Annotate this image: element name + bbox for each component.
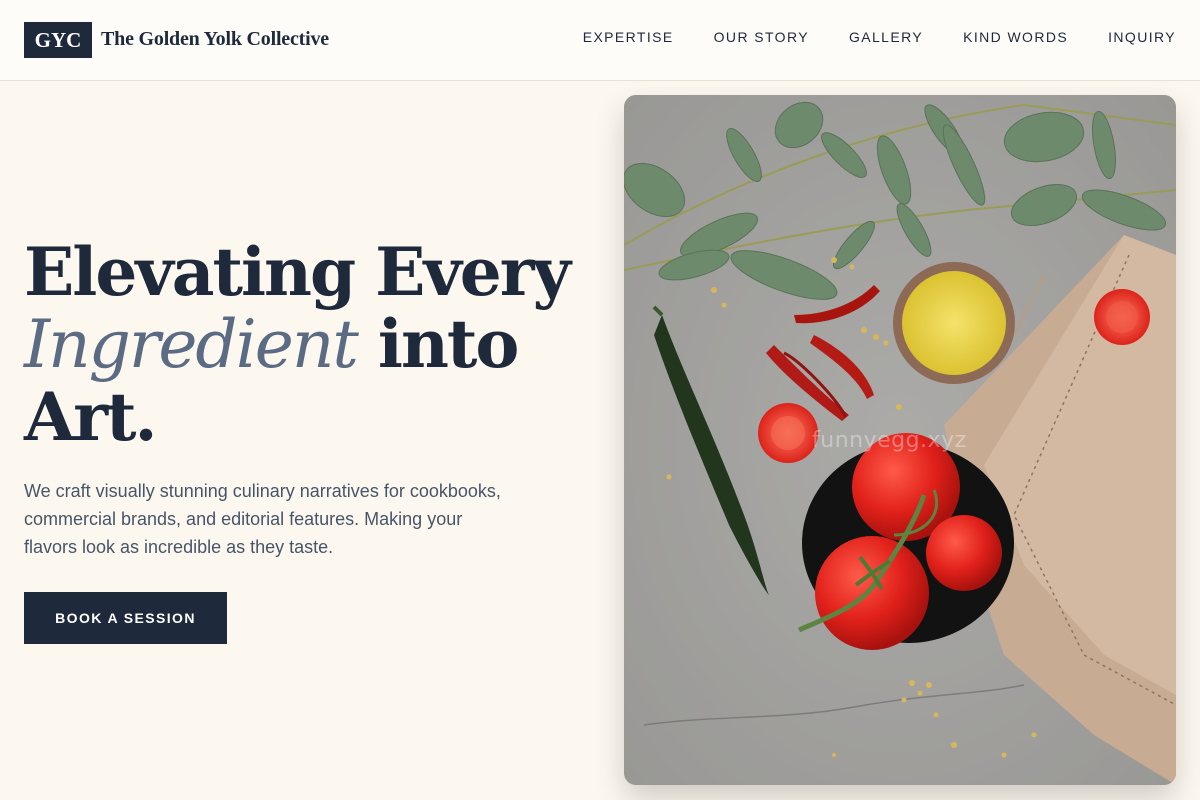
brand-name[interactable]: The Golden Yolk Collective [101,28,329,51]
hero-lead-text: We craft visually stunning culinary narr… [24,481,501,557]
book-session-button[interactable]: BOOK A SESSION [24,592,227,644]
headline-italic-word: Ingredient [24,306,359,383]
site-header: GYC The Golden Yolk Collective EXPERTISE… [0,0,1200,81]
headline-line-3: Art. [24,378,157,456]
image-watermark: funnyegg.xyz [812,428,967,453]
nav-inquiry[interactable]: INQUIRY [1108,29,1176,45]
hero-headline: Elevating Every Ingredient into Art. [24,236,584,453]
headline-line-2-rest: into [356,305,520,383]
nav-gallery[interactable]: GALLERY [849,29,923,45]
main-nav: EXPERTISE OUR STORY GALLERY KIND WORDS I… [583,29,1176,45]
logo-badge[interactable]: GYC [24,22,92,58]
nav-kind-words[interactable]: KIND WORDS [963,29,1068,45]
nav-expertise[interactable]: EXPERTISE [583,29,674,45]
nav-our-story[interactable]: OUR STORY [714,29,809,45]
headline-line-1: Elevating Every [24,233,571,311]
